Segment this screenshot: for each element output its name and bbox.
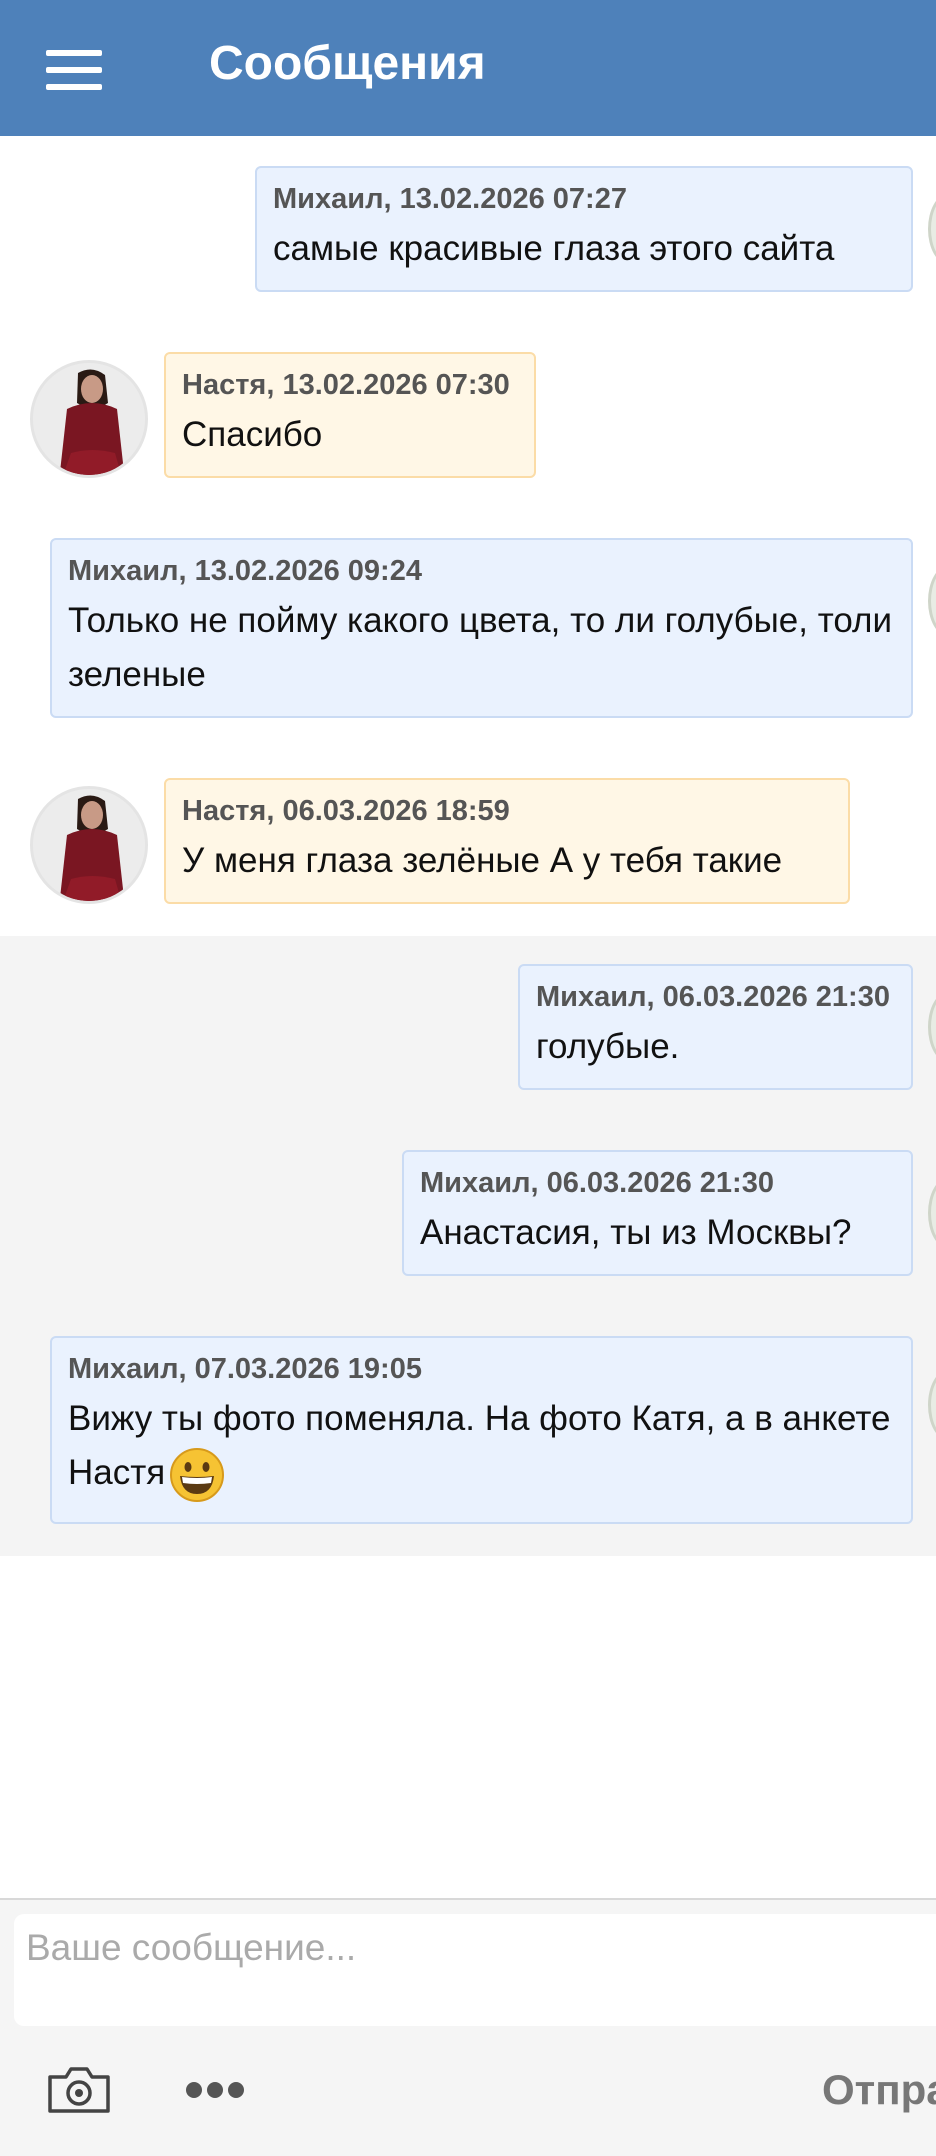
message-meta: Михаил, 07.03.2026 19:05 [68,1353,422,1385]
user-avatar-photo [33,363,145,475]
my-avatar[interactable] [928,194,936,264]
top-app-bar: Сообщения [0,0,936,136]
message-input[interactable] [24,1926,936,1970]
message-bubble-incoming: Настя, 06.03.2026 18:59 У меня глаза зел… [164,778,850,904]
camera-icon[interactable] [46,2065,112,2115]
message-text: Анастасия, ты из Москвы? [420,1213,852,1252]
user-avatar[interactable] [30,786,148,904]
hamburger-menu-icon[interactable] [46,50,102,90]
message-meta: Михаил, 06.03.2026 21:30 [420,1167,774,1199]
message-bubble-outgoing: Михаил, 07.03.2026 19:05 Вижу ты фото по… [50,1336,913,1524]
message-meta: Михаил, 06.03.2026 21:30 [536,981,890,1013]
message-meta: Настя, 13.02.2026 07:30 [182,369,510,401]
user-avatar[interactable] [30,360,148,478]
message-text: У меня глаза зелёные А у тебя такие [182,841,783,880]
message-meta: Михаил, 13.02.2026 07:27 [273,183,627,215]
message-meta: Настя, 06.03.2026 18:59 [182,795,510,827]
message-text: Вижу ты фото поменяла. На фото Катя, а в… [68,1392,895,1503]
my-avatar[interactable] [928,566,936,636]
message-composer: Отпра [0,1898,936,2156]
message-text: Только не пойму какого цвета, то ли голу… [68,601,893,694]
page-title: Сообщения [209,37,486,90]
message-text: голубые. [536,1027,680,1066]
message-bubble-outgoing: Михаил, 13.02.2026 07:27 самые красивые … [255,166,913,292]
grinning-face-emoji [170,1447,225,1502]
message-bubble-outgoing: Михаил, 06.03.2026 21:30 голубые. [518,964,913,1090]
user-avatar-photo [33,789,145,901]
message-text: самые красивые глаза этого сайта [273,229,835,268]
message-bubble-incoming: Настя, 13.02.2026 07:30 Спасибо [164,352,536,478]
more-dots-icon[interactable] [186,2082,244,2098]
message-input-box[interactable] [14,1914,936,2026]
message-text: Спасибо [182,415,323,454]
message-bubble-outgoing: Михаил, 13.02.2026 09:24 Только не пойму… [50,538,913,718]
message-meta: Михаил, 13.02.2026 09:24 [68,555,422,587]
send-button[interactable]: Отпра [822,2064,936,2116]
message-bubble-outgoing: Михаил, 06.03.2026 21:30 Анастасия, ты и… [402,1150,913,1276]
